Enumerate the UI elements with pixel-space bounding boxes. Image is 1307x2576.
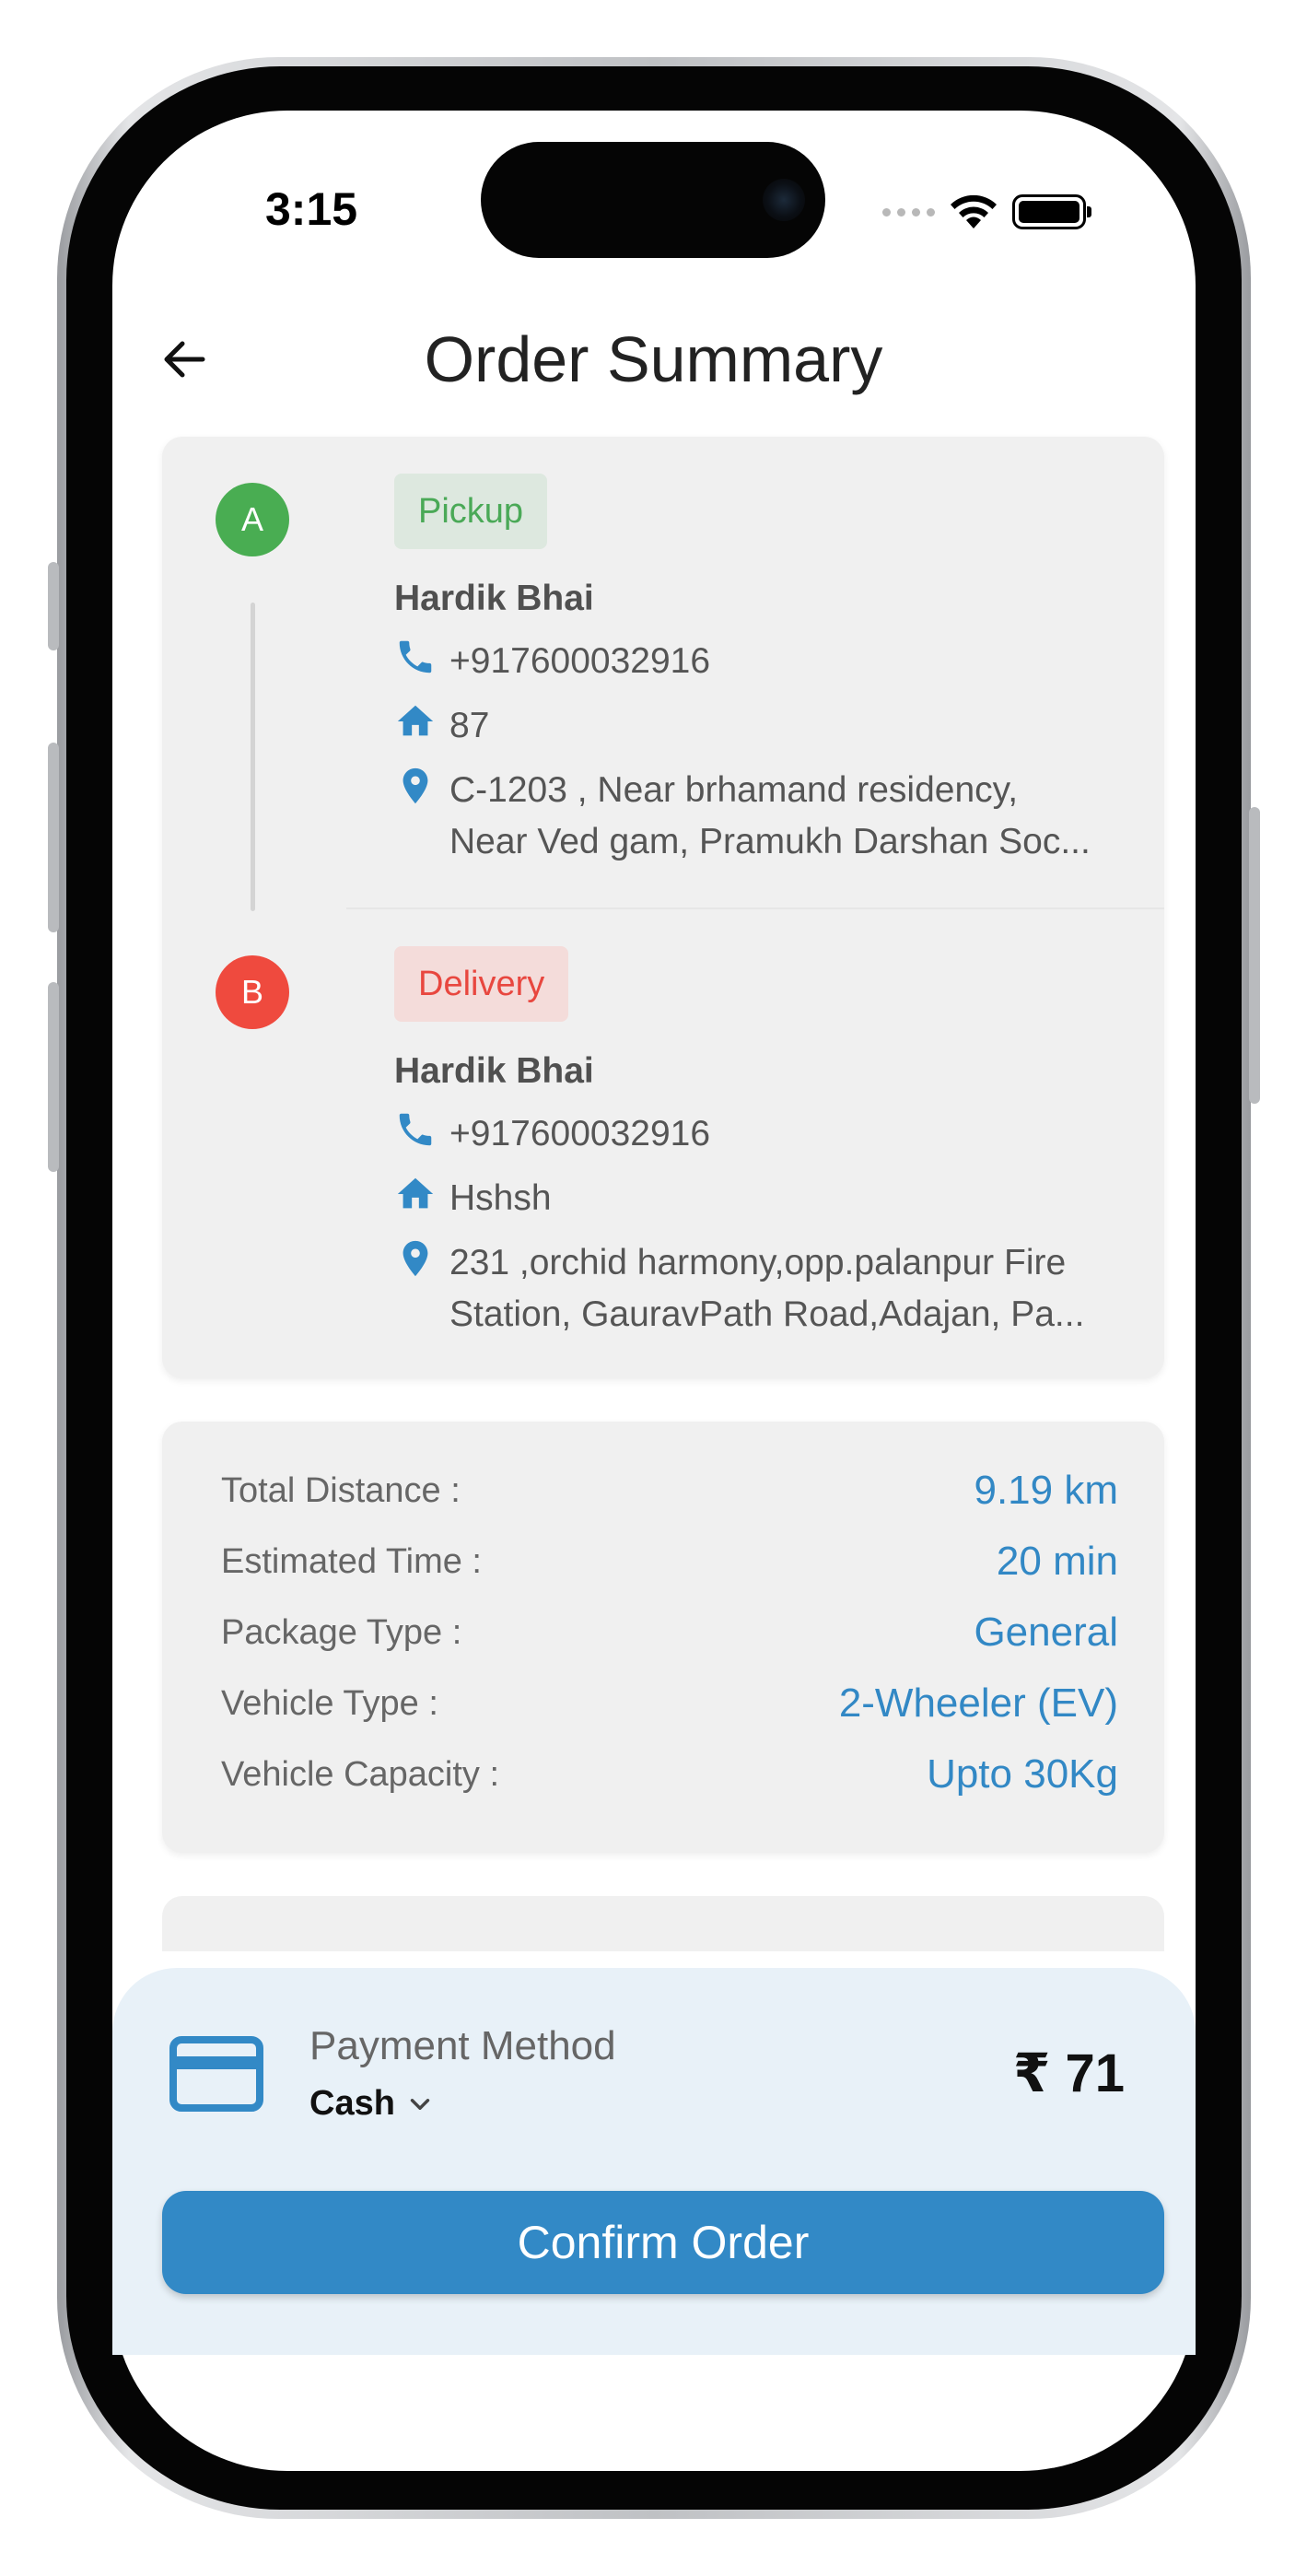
detail-value: Upto 30Kg [927,1751,1118,1797]
pickup-contact-name: Hardik Bhai [394,579,594,618]
pickup-address-line1: C-1203 , Near brhamand residency, [449,770,1019,810]
pickup-phone: +917600032916 [449,641,711,681]
delivery-address-line2: Station, GauravPath Road,Adajan, Pa... [449,1294,1085,1334]
pickup-tag: Pickup [394,474,548,549]
power-button [1249,807,1260,1104]
delivery-house-row: Hshsh [394,1173,552,1224]
delivery-address-line1: 231 ,orchid harmony,opp.palanpur Fire [449,1243,1067,1282]
location-pin-icon [403,1240,428,1277]
battery-icon [1012,194,1091,229]
action-button [48,562,59,650]
home-icon [397,1177,434,1209]
detail-label: Estimated Time : [221,1541,482,1581]
front-camera [763,179,805,221]
detail-label: Vehicle Capacity : [221,1754,500,1794]
detail-row-vehicle-type: Vehicle Type : 2-Wheeler (EV) [221,1680,1118,1727]
delivery-contact-name: Hardik Bhai [394,1051,594,1091]
wifi-icon [951,194,997,228]
detail-value: 2-Wheeler (EV) [838,1680,1118,1726]
detail-row-distance: Total Distance : 9.19 km [221,1468,1118,1514]
status-icons [882,189,1091,235]
pickup-address-row: C-1203 , Near brhamand residency, Near V… [394,765,1149,868]
pickup-house-row: 87 [394,700,489,752]
detail-row-package-type: Package Type : General [221,1610,1118,1656]
chevron-down-icon [410,2098,430,2110]
pickup-house: 87 [449,706,490,745]
phone-icon [399,1113,432,1146]
detail-value: General [974,1610,1118,1655]
payment-bottom-sheet [112,1968,1196,2355]
volume-down-button [48,982,59,1172]
detail-value: 20 min [996,1539,1118,1584]
location-pin-icon [403,767,428,804]
detail-label: Vehicle Type : [221,1683,438,1723]
payment-method-label: Payment Method [309,2023,616,2068]
delivery-phone-row[interactable]: +917600032916 [394,1108,710,1160]
payment-method-value: Cash [309,2084,395,2123]
pickup-address: C-1203 , Near brhamand residency, Near V… [449,765,1149,868]
pickup-address-line2: Near Ved gam, Pramukh Darshan Soc... [449,822,1091,861]
confirm-order-button[interactable]: Confirm Order [162,2191,1164,2294]
home-icon [397,705,434,736]
route-connector-line [251,603,255,911]
next-card-peek [162,1896,1164,1951]
delivery-address-row: 231 ,orchid harmony,opp.palanpur Fire St… [394,1237,1149,1341]
detail-label: Total Distance : [221,1470,461,1510]
delivery-tag: Delivery [394,946,569,1022]
detail-label: Package Type : [221,1612,462,1652]
volume-up-button [48,743,59,932]
delivery-phone: +917600032916 [449,1114,711,1153]
total-amount: ₹ 71 [1013,2043,1125,2103]
cellular-signal-icon [882,207,935,217]
credit-card-icon [169,2036,263,2112]
delivery-marker: B [216,955,289,1029]
stop-divider [346,907,1164,909]
payment-method-dropdown[interactable]: Cash [309,2084,436,2124]
phone-icon [399,640,432,673]
page-title: Order Summary [424,323,883,395]
detail-value: 9.19 km [974,1468,1118,1513]
pickup-marker: A [216,483,289,556]
pickup-phone-row[interactable]: +917600032916 [394,636,710,687]
detail-row-time: Estimated Time : 20 min [221,1539,1118,1585]
delivery-address: 231 ,orchid harmony,opp.palanpur Fire St… [449,1237,1149,1341]
status-time: 3:15 [265,183,358,235]
detail-row-vehicle-capacity: Vehicle Capacity : Upto 30Kg [221,1751,1118,1797]
delivery-house: Hshsh [449,1178,552,1218]
